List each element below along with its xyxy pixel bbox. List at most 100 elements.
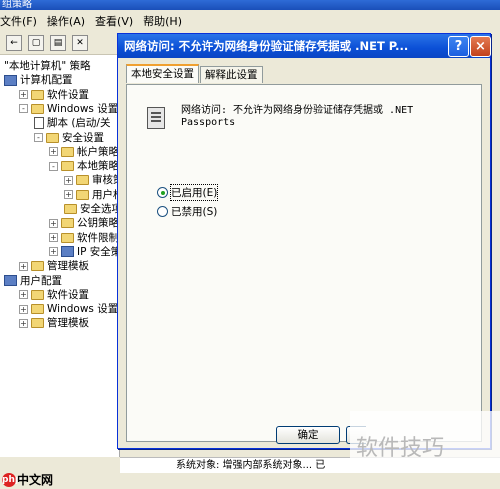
tab-strip: 本地安全设置 解释此设置: [126, 64, 264, 84]
expand-icon[interactable]: +: [19, 90, 28, 100]
tree-node-label: Windows 设置: [47, 303, 119, 316]
tree-node[interactable]: 计算机配置: [4, 73, 73, 87]
enabled-radio[interactable]: [157, 186, 168, 198]
back-arrow-icon[interactable]: ←: [6, 34, 22, 51]
policy-icon: [147, 107, 165, 129]
tree-node-label: 用户配置: [20, 274, 62, 287]
computer-icon: [61, 246, 74, 258]
folder-icon: [76, 175, 89, 186]
folder-icon: [61, 146, 74, 157]
tree-node[interactable]: + 审核策略: [64, 173, 119, 187]
tree-node-label: 用户权限: [92, 188, 119, 201]
collapse-icon[interactable]: -: [34, 133, 43, 142]
close-button[interactable]: ×: [470, 36, 491, 57]
tree-node-label: 审核策略: [92, 174, 119, 187]
collapse-icon[interactable]: -: [49, 161, 58, 171]
folder-icon: [76, 189, 89, 200]
script-icon: [34, 117, 44, 130]
folder-icon: [31, 304, 44, 315]
tree-node-label: 软件设置: [47, 288, 89, 301]
tree-node-label: 管理模板: [47, 260, 89, 273]
dialog-title: 网络访问: 不允许为网络身份验证储存凭据或 .NET P...: [118, 34, 490, 58]
collapse-icon[interactable]: -: [19, 104, 28, 114]
ok-button[interactable]: 确定: [276, 426, 340, 444]
tree-node-label: IP 安全策略: [77, 245, 119, 258]
tree-node[interactable]: + Windows 设置: [19, 302, 118, 316]
disabled-radio[interactable]: [157, 205, 168, 217]
tree-node-label: 公钥策略: [77, 217, 119, 230]
tree-node[interactable]: + 软件设置: [19, 288, 89, 302]
tree-node[interactable]: + IP 安全策略: [49, 245, 119, 259]
tree-node[interactable]: "本地计算机" 策略: [4, 59, 91, 73]
tree-node[interactable]: - 安全设置: [34, 131, 104, 145]
tree-node[interactable]: + 公钥策略: [49, 216, 119, 230]
tree-node[interactable]: + 软件限制策略: [49, 231, 119, 245]
folder-icon: [31, 89, 44, 100]
tree-node-label: 帐户策略: [77, 145, 119, 158]
tab-explain[interactable]: 解释此设置: [200, 66, 263, 83]
policy-properties-dialog: 网络访问: 不允许为网络身份验证储存凭据或 .NET P... ? × 本地安全…: [117, 33, 491, 449]
expand-icon[interactable]: +: [19, 290, 28, 300]
tree-node[interactable]: + 管理模板: [19, 316, 89, 330]
folder-icon: [61, 161, 74, 172]
folder-icon: [31, 289, 44, 300]
expand-icon[interactable]: +: [19, 261, 28, 271]
folder-icon: [61, 232, 74, 243]
status-bar: [0, 473, 500, 489]
computer-icon: [4, 275, 17, 286]
logo-badge: php: [2, 472, 22, 487]
tree-node[interactable]: 安全选项: [64, 202, 120, 216]
show-tree-icon[interactable]: ▤: [50, 34, 66, 51]
tree-node[interactable]: 用户配置: [4, 274, 62, 288]
folder-icon: [46, 132, 59, 143]
tree-node-label: 软件设置: [47, 88, 89, 101]
expand-icon[interactable]: +: [49, 147, 58, 157]
policy-description: 网络访问: 不允许为网络身份验证储存凭据或 .NET Passports: [181, 105, 414, 128]
menu-view[interactable]: 查看(V): [95, 13, 143, 29]
expand-icon[interactable]: +: [49, 218, 58, 228]
tree-node-label: 管理模板: [47, 317, 89, 330]
tree-node[interactable]: + 用户权限: [64, 188, 119, 202]
tree-node-label: 本地策略: [77, 160, 119, 173]
background-titlebar: 组策略: [0, 0, 500, 10]
tree-node-label: 计算机配置: [20, 74, 73, 87]
folder-icon: [31, 261, 44, 272]
folder-icon: [31, 103, 44, 114]
help-button[interactable]: ?: [448, 36, 469, 57]
tree-node-label: 安全选项: [80, 203, 120, 215]
tab-local-security-setting[interactable]: 本地安全设置: [126, 64, 199, 83]
tree-node-label: Windows 设置: [47, 102, 119, 115]
expand-icon[interactable]: +: [64, 190, 73, 200]
tree-node[interactable]: - 本地策略: [49, 159, 119, 173]
expand-icon[interactable]: +: [64, 175, 73, 185]
logo-text: 中文网: [17, 473, 54, 487]
expand-icon[interactable]: +: [49, 233, 58, 243]
folder-icon: [31, 318, 44, 329]
menu-action[interactable]: 操作(A): [47, 13, 95, 29]
disabled-option[interactable]: 已禁用(S): [157, 204, 217, 218]
tree-node[interactable]: + 管理模板: [19, 259, 89, 273]
enabled-label: 已启用(E): [169, 183, 219, 201]
disabled-label: 已禁用(S): [171, 205, 218, 218]
expand-icon[interactable]: +: [49, 247, 58, 257]
expand-icon[interactable]: +: [19, 318, 28, 328]
tree-node[interactable]: 脚本 (启动/关: [34, 116, 110, 130]
folder-icon: [64, 204, 77, 214]
tree-node[interactable]: - Windows 设置: [19, 102, 118, 116]
computer-icon: [4, 74, 17, 86]
site-logo: php 中文网: [2, 471, 53, 488]
menu-file[interactable]: 文件(F): [0, 13, 47, 29]
menu-help[interactable]: 帮助(H): [143, 13, 192, 29]
enabled-option[interactable]: 已启用(E): [157, 183, 219, 201]
up-folder-icon[interactable]: ▢: [28, 34, 44, 51]
tree-node[interactable]: + 帐户策略: [49, 145, 119, 159]
tree-node-label: "本地计算机" 策略: [4, 60, 91, 72]
tree-node-label: 脚本 (启动/关: [47, 117, 111, 130]
tree-node-label: 软件限制策略: [77, 231, 119, 244]
tree-node-label: 安全设置: [62, 131, 104, 144]
tree-node[interactable]: + 软件设置: [19, 88, 89, 102]
expand-icon[interactable]: +: [19, 304, 28, 314]
delete-icon[interactable]: ✕: [72, 34, 88, 51]
tab-panel: 网络访问: 不允许为网络身份验证储存凭据或 .NET Passports 已启用…: [126, 84, 482, 442]
watermark-text: 软件技巧: [356, 436, 445, 461]
